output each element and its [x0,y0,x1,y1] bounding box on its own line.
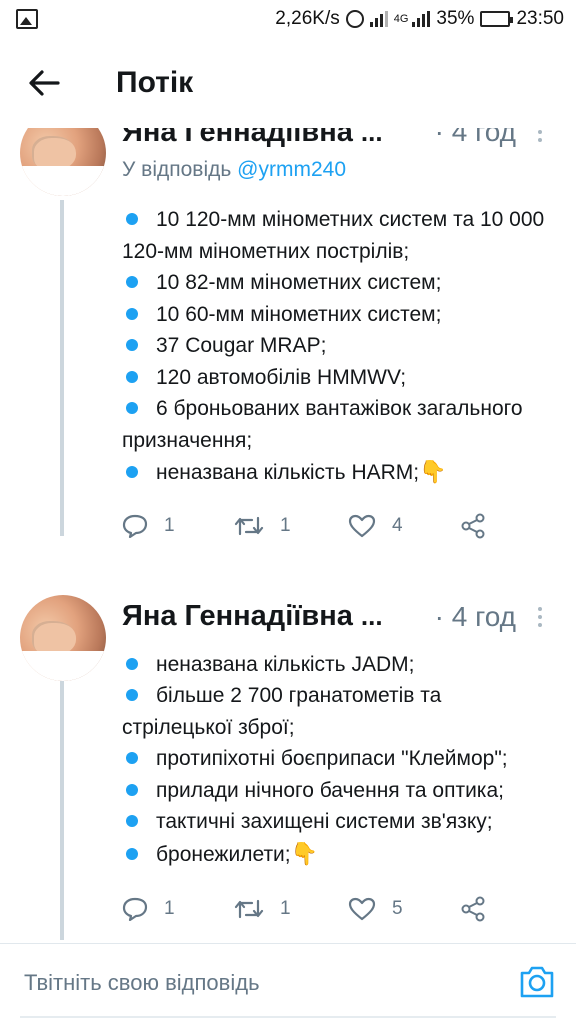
name-ellipsis: ... [360,128,383,147]
bullet-icon [126,276,138,288]
retweet-button[interactable]: 1 [234,514,348,538]
tweet-time: · 4 год [434,600,516,632]
list-item: неназвана кількість HARM;👇 [122,456,550,489]
reply-input-underline [20,1016,556,1018]
signal-icon [369,11,388,27]
list-item: 6 броньованих вантажівок загального приз… [122,397,523,452]
tweet-text: неназвана кількість JADM; більше 2 700 г… [122,649,550,871]
list-item: 37 Cougar MRAP; [122,330,550,362]
list-item: 120 автомобілів HMMWV; [122,362,550,394]
status-right: 2,26K/s 4G 35% 23:50 [275,8,564,30]
heart-icon [348,514,376,537]
battery-icon [480,11,514,27]
list-item: 10 120-мм мінометних систем та 10 000 12… [122,208,545,263]
tweet-header: Яна Геннадіївна ... · 4 год [122,595,550,639]
bullet-icon [126,783,138,796]
reply-icon [122,897,148,921]
list-item: 10 60-мм мінометних систем; [122,299,550,331]
bullet-icon [126,402,138,414]
back-arrow-icon[interactable] [14,53,74,113]
pointing-down-emoji-icon: 👇 [419,459,447,484]
app-bar: Потік [0,38,576,128]
bullet-icon [126,466,138,478]
bullet-icon [126,339,138,351]
retweet-icon [234,516,264,535]
reply-button[interactable]: 1 [122,897,234,921]
avatar[interactable] [20,594,106,681]
clock: 23:50 [516,8,564,29]
retweet-count: 1 [280,898,291,919]
battery-percent: 35% [436,8,475,29]
avatar[interactable] [20,128,106,196]
signal-icon-2 [412,11,431,27]
list-item: протипіхотні боєприпаси "Клеймор"; [122,743,550,775]
tweet[interactable]: Яна Геннадіївна ... · 4 год У відповідь … [0,128,576,555]
list-item: 10 82-мм мінометних систем; [122,267,550,299]
reply-icon [122,514,148,538]
tweet-actions: 1 1 5 [122,880,550,938]
list-item: тактичні захищені системи зв'язку; [122,806,550,838]
heart-icon [348,897,376,921]
author-name[interactable]: Яна Геннадіївна [122,128,353,149]
reply-count: 1 [164,514,175,536]
like-button[interactable]: 5 [348,897,460,921]
reply-input[interactable]: Твітніть свою відповідь [24,970,260,996]
reply-handle-link[interactable]: @yrmm240 [237,158,346,181]
retweet-button[interactable]: 1 [234,897,348,921]
pointing-down-emoji-icon: 👇 [290,840,319,866]
bullet-icon [126,307,138,320]
like-button[interactable]: 4 [348,514,460,538]
tweet-header: Яна Геннадіївна ... · 4 год [122,128,550,154]
bullet-icon [126,657,138,670]
tweet-gap [0,555,576,595]
reply-bar: Твітніть свою відповідь [0,944,576,1024]
list-item: прилади нічного бачення та оптика; [122,775,550,807]
network-speed: 2,26K/s [275,8,340,29]
list-item: неназвана кількість JADM; [122,649,550,681]
gallery-icon [16,9,38,29]
page-title: Потік [116,66,194,99]
tweet-text: 10 120-мм мінометних систем та 10 000 12… [122,204,550,489]
alarm-icon [345,10,364,28]
like-count: 4 [392,514,403,536]
more-options-icon[interactable] [530,128,550,142]
share-icon [461,896,485,922]
reply-button[interactable]: 1 [122,514,234,538]
more-options-icon[interactable] [530,606,550,627]
bullet-icon [126,847,138,860]
list-item: бронежилети;👇 [122,838,550,871]
retweet-count: 1 [280,514,291,536]
bullet-icon [126,752,138,764]
status-bar: 2,26K/s 4G 35% 23:50 [0,0,576,38]
tweet-time: · 4 год [434,128,516,147]
share-button[interactable] [460,513,486,539]
tweet-actions: 1 1 4 [122,497,550,555]
bullet-icon [126,213,138,225]
like-count: 5 [392,898,403,919]
camera-icon[interactable] [518,964,556,1000]
bullet-icon [126,815,138,827]
reply-prefix: У відповідь [122,158,232,181]
bullet-icon [126,370,138,383]
reply-count: 1 [164,898,175,919]
network-type: 4G [393,13,409,25]
thread-feed[interactable]: Яна Геннадіївна ... · 4 год У відповідь … [0,128,576,943]
tweet[interactable]: Яна Геннадіївна ... · 4 год неназвана кі… [0,594,576,939]
bullet-icon [126,689,138,701]
name-ellipsis: ... [360,601,383,631]
share-icon [461,513,485,538]
reply-to-line: У відповідь @yrmm240 [122,158,550,194]
list-item: більше 2 700 гранатометів та стрілецької… [122,684,442,739]
retweet-icon [234,899,264,919]
share-button[interactable] [460,896,486,922]
author-name[interactable]: Яна Геннадіївна [122,600,353,633]
